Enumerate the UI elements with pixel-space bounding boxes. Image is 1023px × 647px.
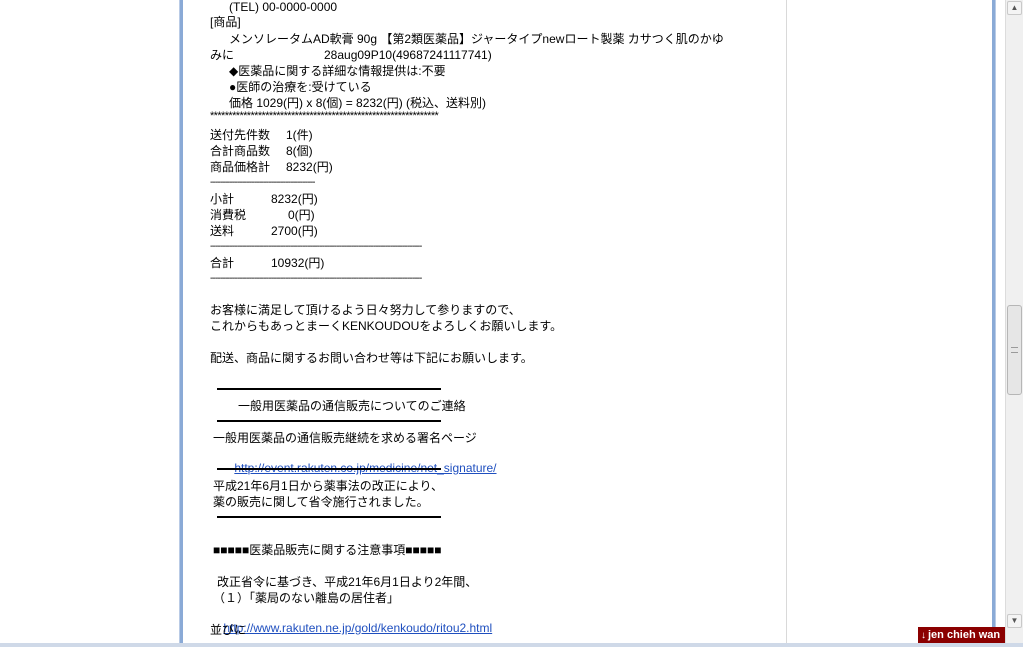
price-line: 価格 1029(円) x 8(個) = 8232(円) (税込、送料別): [229, 96, 487, 110]
summary-value-1: 8(個): [286, 144, 313, 158]
summary-value-2: 8232(円): [286, 160, 333, 174]
grand-total-value: 10932(円): [271, 256, 325, 270]
frame-border-right: [992, 0, 996, 647]
product-header: [商品]: [210, 15, 241, 29]
law-line-2: 薬の販売に関して省令施行されました。: [213, 495, 429, 509]
totals-label-1: 消費税: [210, 208, 247, 222]
totals-value-2: 2700(円): [271, 224, 318, 238]
summary-label-0: 送付先件数: [210, 128, 271, 142]
email-body: (TEL) 00-0000-0000 [商品] メンソレータムAD軟膏 90g …: [183, 0, 787, 647]
totals-label-0: 小計: [210, 192, 235, 206]
dashes-short: ----------------------------------------…: [210, 177, 315, 188]
caution-line-2: （１）「薬局のない離島の居住者」: [213, 591, 400, 605]
taskbar-strip: [0, 643, 1023, 647]
thanks-line-2: これからもあっとまーくKENKOUDOUをよろしくお願いします。: [210, 319, 563, 333]
download-arrow-icon: ↓: [921, 630, 926, 641]
product-code: 28aug09P10(49687241117741): [324, 48, 492, 62]
dashes-long-2: ----------------------------------------…: [210, 273, 422, 284]
petition-text: 一般用医薬品の通信販売継続を求める署名ページ: [213, 431, 477, 445]
notice-title: 一般用医薬品の通信販売についてのご連絡: [238, 399, 466, 413]
document-edge: [786, 0, 787, 647]
notice-rule-top: [217, 388, 441, 390]
grip-icon: [1011, 347, 1018, 353]
totals-value-1: 0(円): [288, 208, 315, 222]
product-name-cont: みに: [210, 48, 235, 62]
law-rule: [217, 516, 441, 518]
thanks-line-1: お客様に満足して頂けるよう日々努力して参りますので、: [210, 303, 521, 317]
vertical-scrollbar[interactable]: ▲ ▼: [1005, 0, 1023, 647]
inquiry-line: 配送、商品に関するお問い合わせ等は下記にお願いします。: [210, 351, 533, 365]
scroll-up-icon[interactable]: ▲: [1007, 1, 1022, 15]
dashes-long-1: ----------------------------------------…: [210, 241, 422, 252]
notice-rule-bottom: [217, 420, 441, 422]
info-note: ◆医薬品に関する詳細な情報提供は:不要: [229, 64, 446, 78]
petition-rule: [217, 468, 441, 470]
caution-link-wrap: http://www.rakuten.ne.jp/gold/kenkoudo/r…: [210, 607, 492, 647]
scroll-thumb[interactable]: [1007, 305, 1022, 395]
caution-title: ■■■■■医薬品販売に関する注意事項■■■■■: [213, 543, 442, 557]
product-name: メンソレータムAD軟膏 90g 【第2類医薬品】ジャータイプnewロート製薬 カ…: [229, 32, 724, 46]
user-badge[interactable]: ↓ jen chieh wan: [918, 627, 1005, 643]
grand-total-label: 合計: [210, 256, 235, 270]
summary-label-1: 合計商品数: [210, 144, 271, 158]
caution-line-3: 並びに: [210, 623, 247, 637]
user-name: jen chieh wan: [928, 629, 1001, 641]
summary-value-0: 1(件): [286, 128, 313, 142]
summary-label-2: 商品価格計: [210, 160, 271, 174]
caution-line-1: 改正省令に基づき、平成21年6月1日より2年間、: [217, 575, 478, 589]
caution-link[interactable]: http://www.rakuten.ne.jp/gold/kenkoudo/r…: [223, 621, 492, 635]
stars-divider: ****************************************…: [210, 110, 439, 122]
law-line-1: 平成21年6月1日から薬事法の改正により、: [213, 479, 443, 493]
totals-value-0: 8232(円): [271, 192, 318, 206]
tel-line: (TEL) 00-0000-0000: [229, 0, 338, 14]
totals-label-2: 送料: [210, 224, 235, 238]
scroll-down-icon[interactable]: ▼: [1007, 614, 1022, 628]
treatment-note: ●医師の治療を:受けている: [229, 80, 372, 94]
